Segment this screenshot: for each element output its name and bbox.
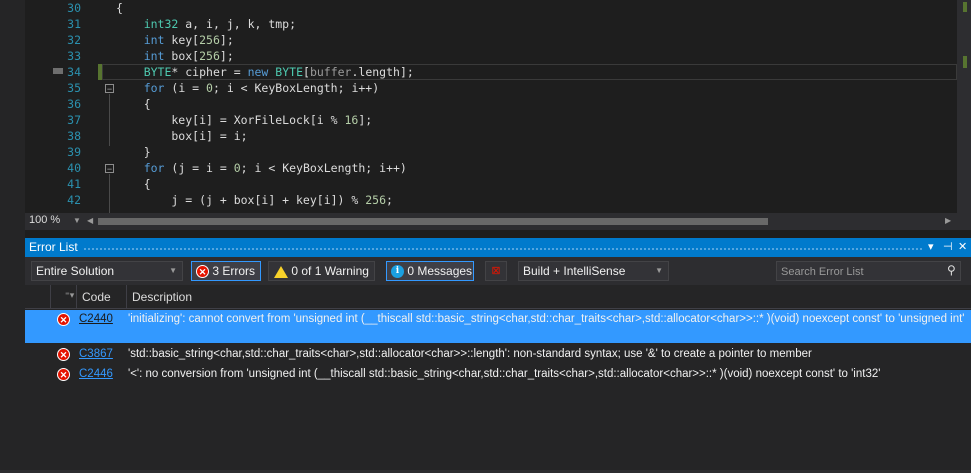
indicator-margin[interactable] [25,0,63,213]
error-description: 'initializing': cannot convert from 'uns… [128,313,965,325]
warning-icon [274,265,288,278]
window-position-icon[interactable]: ▾ [928,240,934,253]
code-line[interactable]: j = (j + box[i] + key[i]) % 256; [116,192,393,208]
code-line[interactable]: for (i = 0; i < KeyBoxLength; i++) [116,80,379,96]
code-editor[interactable]: 30 31 32 33 34 35 36 37 38 39 40 41 42 −… [0,0,971,473]
line-number: 33 [67,49,81,63]
warnings-count-label: 0 of 1 Warning [291,264,369,278]
code-line[interactable]: { [116,0,123,16]
line-number: 36 [67,97,81,111]
scope-value: Entire Solution [36,264,115,278]
messages-filter-button[interactable]: i 0 Messages [386,261,474,281]
messages-count-label: 0 Messages [407,264,473,278]
description-column-header[interactable]: Description [132,290,192,304]
scroll-right-icon[interactable]: ▶ [945,216,951,225]
build-filter-value: Build + IntelliSense [523,264,626,278]
warnings-filter-button[interactable]: 0 of 1 Warning [268,261,375,281]
line-number: 35 [67,81,81,95]
search-input[interactable] [779,263,933,281]
column-separator[interactable] [50,285,51,309]
filter-toggle-button[interactable]: ⊠ [485,261,507,281]
error-icon: ✕ [57,313,70,326]
error-row[interactable]: ✕ C2446 '<': no conversion from 'unsigne… [25,365,971,384]
fold-guide [109,174,110,213]
error-list-toolbar: Entire Solution ▼ ✕ 3 Errors 0 of 1 Warn… [25,257,971,285]
build-filter-dropdown[interactable]: Build + IntelliSense ▼ [518,261,669,281]
column-header-row: ⁼▾ Code Description [25,285,971,309]
sort-icon[interactable]: ⁼▾ [65,290,74,301]
line-number: 34 [67,65,81,79]
error-list-panel: Error List ▾ ⊣ ✕ Entire Solution ▼ ✕ 3 E… [25,238,971,473]
zoom-level[interactable]: 100 % [29,214,60,226]
left-strip [0,0,25,473]
fold-guide [109,94,110,146]
code-line[interactable]: { [116,176,151,192]
error-description: '<': no conversion from 'unsigned int (_… [128,368,881,380]
collapse-icon[interactable]: − [105,84,114,94]
pin-icon[interactable]: ⊣ [943,240,953,253]
chevron-down-icon: ▼ [655,266,663,275]
chevron-down-icon: ▼ [169,266,177,275]
scrollbar-change-marker [963,56,967,68]
panel-title: Error List [29,240,78,254]
column-separator[interactable] [126,285,127,309]
zoom-dropdown-icon[interactable]: ▼ [73,216,81,225]
line-number: 31 [67,17,81,31]
code-line[interactable]: key[i] = XorFileLock[i % 16]; [116,112,372,128]
line-number: 38 [67,129,81,143]
code-line[interactable]: box[i] = i; [116,128,247,144]
line-number: 32 [67,33,81,47]
errors-count-label: 3 Errors [212,264,256,278]
code-column-header[interactable]: Code [82,290,111,304]
search-box[interactable]: ⚲ [776,261,961,281]
code-line[interactable]: for (j = i = 0; i < KeyBoxLength; i++) [116,160,407,176]
code-line[interactable]: int key[256]; [116,32,234,48]
error-description: 'std::basic_string<char,std::char_traits… [128,348,812,360]
scope-dropdown[interactable]: Entire Solution ▼ [31,261,183,281]
code-line[interactable]: int box[256]; [116,48,234,64]
code-line[interactable]: int32 a, i, j, k, tmp; [116,16,296,32]
code-line[interactable]: { [116,96,151,112]
error-code-link[interactable]: C3867 [79,348,113,360]
search-icon[interactable]: ⚲ [947,263,956,277]
code-line[interactable]: } [116,144,151,160]
error-row[interactable]: ✕ C2440 'initializing': cannot convert f… [25,310,971,343]
line-number: 39 [67,145,81,159]
line-number: 30 [67,1,81,15]
error-code-link[interactable]: C2440 [79,313,113,325]
error-code-link[interactable]: C2446 [79,368,113,380]
horizontal-scrollbar-thumb[interactable] [98,218,768,225]
scroll-left-icon[interactable]: ◀ [87,216,93,225]
scrollbar-change-marker [963,2,967,12]
editor-bottom-bar: 100 % ▼ ◀ ▶ [25,213,971,230]
line-number: 37 [67,113,81,127]
collapse-icon[interactable]: − [105,164,114,174]
line-number: 40 [67,161,81,175]
info-icon: i [391,265,404,279]
error-icon: ✕ [57,368,70,381]
line-number: 42 [67,193,81,207]
column-separator[interactable] [76,285,77,309]
line-number: 41 [67,177,81,191]
error-icon: ✕ [57,348,70,361]
errors-filter-button[interactable]: ✕ 3 Errors [191,261,261,281]
error-row[interactable]: ✕ C3867 'std::basic_string<char,std::cha… [25,345,971,364]
close-icon[interactable]: ✕ [958,240,967,253]
panel-title-bar[interactable]: Error List ▾ ⊣ ✕ [25,238,971,257]
code-line[interactable]: BYTE* cipher = new BYTE[buffer.length]; [116,64,414,80]
line-numbers: 30 31 32 33 34 35 36 37 38 39 40 41 42 [45,0,95,213]
error-icon: ✕ [196,265,209,279]
filter-icon: ⊠ [491,265,501,277]
vertical-scrollbar[interactable] [957,0,971,213]
title-grip [83,247,923,250]
